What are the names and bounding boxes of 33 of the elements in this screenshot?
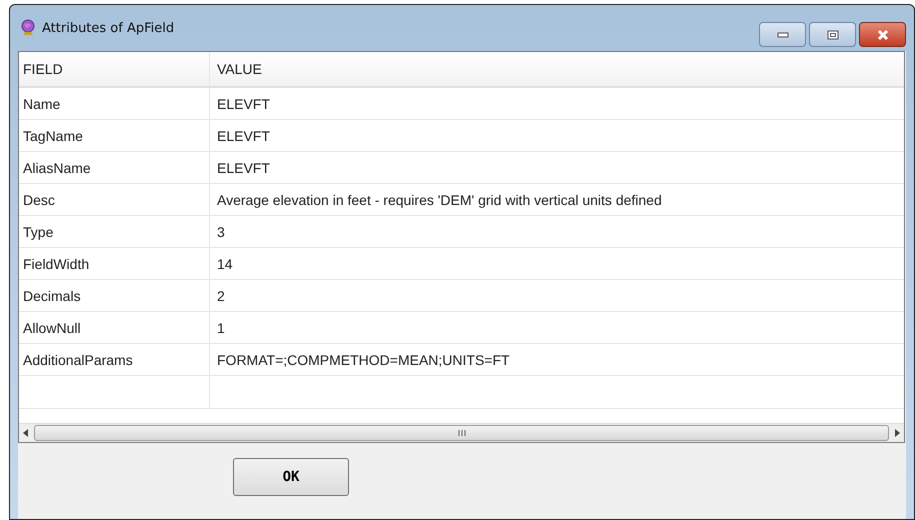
window-title: Attributes of ApField (42, 20, 174, 36)
close-icon (876, 28, 890, 40)
column-header: VALUE (216, 60, 263, 79)
table-cell: AdditionalParams (19, 344, 210, 375)
close-button[interactable] (859, 22, 906, 47)
right-arrow-icon[interactable] (894, 429, 900, 437)
table-cell-text: 1 (216, 318, 226, 338)
table-cell-text: 2 (216, 286, 226, 306)
table-cell-text: ELEVFT (216, 158, 271, 178)
horizontal-scrollbar[interactable] (19, 423, 904, 442)
table-cell: TagName (19, 120, 210, 151)
scrollbar-thumb[interactable] (34, 425, 889, 441)
table-cell: Decimals (19, 280, 210, 311)
table-cell-text: Average elevation in feet - requires 'DEM' grid with vertical units defined (216, 190, 663, 210)
table-cell-text: ELEVFT (216, 126, 271, 146)
ok-button[interactable]: OK (233, 458, 349, 496)
table-cell: Name (19, 88, 210, 119)
table-cell-text: 14 (216, 254, 234, 274)
maximize-icon (826, 30, 838, 40)
table-cell: AllowNull (19, 312, 210, 343)
maximize-button[interactable] (809, 22, 856, 47)
table-cell-text: 3 (216, 222, 226, 242)
table-cell: Type (19, 216, 210, 247)
table-cell: FieldWidth (19, 248, 210, 279)
left-arrow-icon[interactable] (23, 429, 29, 437)
table-cell: AliasName (19, 152, 210, 183)
table-cell-text: ELEVFT (216, 94, 271, 114)
column-header: FIELD (19, 52, 210, 86)
table-cell: Desc (19, 184, 210, 215)
globe-icon (20, 19, 36, 37)
minimize-button[interactable] (759, 22, 806, 47)
table-cell-text: FORMAT=;COMPMETHOD=MEAN;UNITS=FT (216, 350, 511, 370)
minimize-icon (776, 32, 788, 38)
